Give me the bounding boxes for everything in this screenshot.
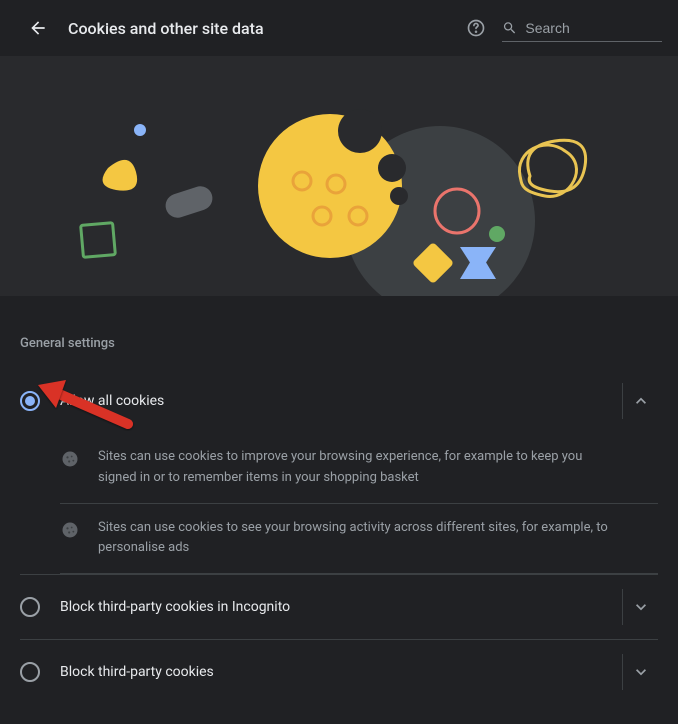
detail-text: Sites can use cookies to improve your br…	[98, 447, 658, 489]
cookie-icon	[60, 449, 80, 469]
option-label: Block third-party cookies in Incognito	[60, 599, 610, 615]
option-details-allow-all: Sites can use cookies to improve your br…	[20, 433, 658, 574]
expand-button[interactable]	[622, 654, 658, 690]
cookie-icon	[60, 520, 80, 540]
section-heading: General settings	[20, 336, 658, 351]
chevron-down-icon	[631, 662, 651, 682]
detail-item: Sites can use cookies to improve your br…	[60, 433, 658, 504]
back-button[interactable]	[20, 10, 56, 46]
search-field[interactable]	[502, 15, 662, 42]
help-icon	[466, 18, 486, 38]
radio-allow-all-cookies[interactable]	[20, 391, 40, 411]
option-allow-all-cookies[interactable]: Allow all cookies	[20, 369, 658, 433]
detail-item: Sites can use cookies to see your browsi…	[60, 504, 658, 575]
option-block-3p[interactable]: Block third-party cookies	[20, 639, 658, 704]
option-label: Allow all cookies	[60, 393, 610, 409]
chevron-up-icon	[631, 391, 651, 411]
radio-block-3p-incognito[interactable]	[20, 597, 40, 617]
arrow-left-icon	[28, 18, 48, 38]
hero-illustration	[0, 56, 678, 296]
page-title: Cookies and other site data	[68, 19, 458, 38]
expand-button[interactable]	[622, 589, 658, 625]
chevron-down-icon	[631, 597, 651, 617]
collapse-button[interactable]	[622, 383, 658, 419]
search-icon	[502, 19, 517, 37]
option-label: Block third-party cookies	[60, 664, 610, 680]
detail-text: Sites can use cookies to see your browsi…	[98, 518, 658, 560]
search-input[interactable]	[525, 20, 662, 36]
option-block-3p-incognito[interactable]: Block third-party cookies in Incognito	[20, 574, 658, 639]
radio-block-3p[interactable]	[20, 662, 40, 682]
help-button[interactable]	[458, 10, 494, 46]
